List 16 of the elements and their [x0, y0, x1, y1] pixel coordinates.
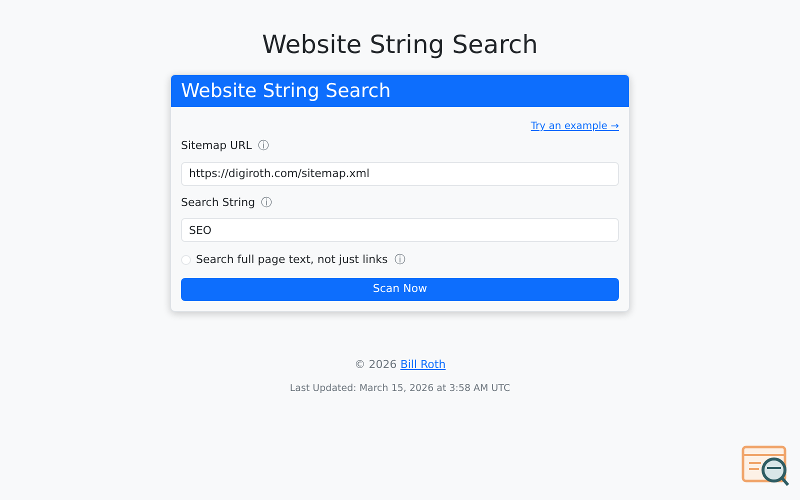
card-title: Website String Search [181, 78, 391, 104]
input-field[interactable]: SEO [181, 218, 619, 242]
field-label: Search String [181, 194, 256, 210]
field-label: Sitemap URL [181, 138, 252, 154]
copyright-text: © 2026 Bill Roth [354, 356, 446, 372]
last-updated-text: Last Updated: March 15, 2026 at 3:58 AM UTC [290, 382, 510, 396]
input-field[interactable]: https://digiroth.com/sitemap.xml [181, 162, 619, 186]
checkbox[interactable] [181, 255, 191, 266]
author-link[interactable]: Bill Roth [400, 358, 446, 370]
info-icon: ⓘ [394, 252, 406, 268]
info-icon: ⓘ [261, 194, 272, 211]
info-icon: ⓘ [258, 138, 269, 154]
example-link[interactable]: Try an example → [530, 119, 619, 134]
scan-button[interactable]: Scan Now [181, 278, 619, 300]
page-title: Website String Search [262, 29, 538, 61]
checkbox-label: Search full page text, not just links [196, 252, 388, 268]
